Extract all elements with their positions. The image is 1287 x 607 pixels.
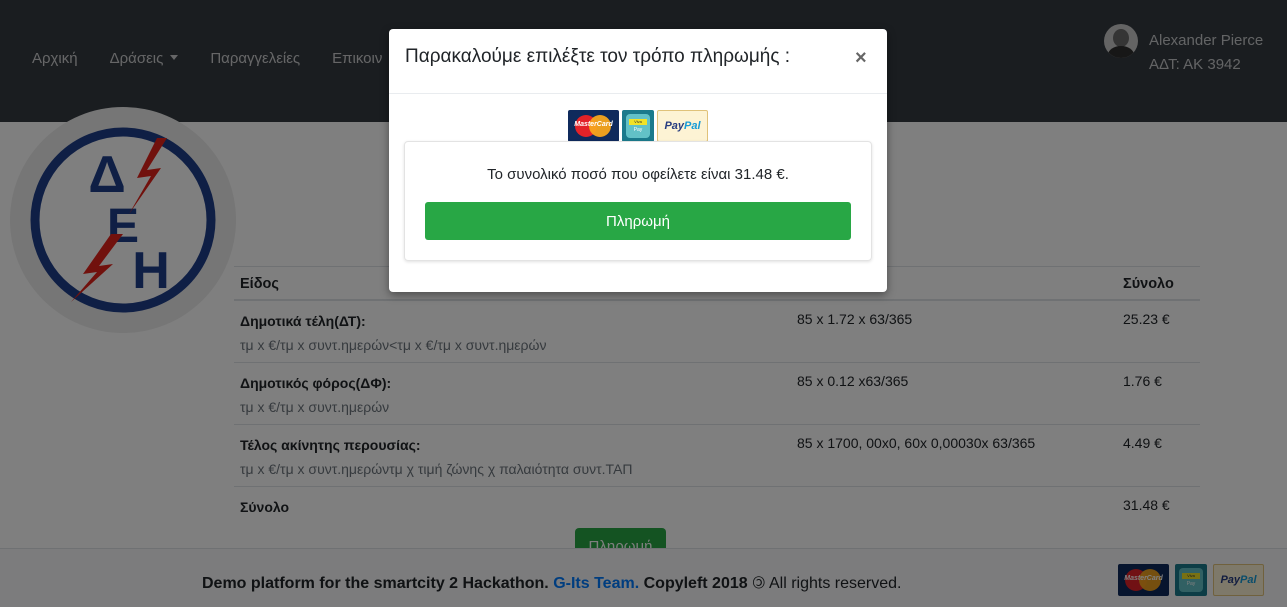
payment-summary-card: Το συνολικό ποσό που οφείλετε είναι 31.4… [404, 141, 872, 261]
modal-title: Παρακαλούμε επιλέξτε τον τρόπο πληρωμής … [405, 46, 791, 67]
modal-header: Παρακαλούμε επιλέξτε τον τρόπο πληρωμής … [389, 29, 887, 94]
payment-modal: Παρακαλούμε επιλέξτε τον τρόπο πληρωμής … [389, 29, 887, 292]
vivapay-icon[interactable]: Viva Pay [622, 110, 654, 142]
payment-method-logos: MasterCard Viva Pay PayPal [568, 110, 708, 142]
paypal-icon[interactable]: PayPal [657, 110, 708, 142]
amount-due-text: Το συνολικό ποσό που οφείλετε είναι 31.4… [487, 166, 789, 183]
close-icon[interactable]: × [855, 47, 867, 69]
mastercard-icon[interactable]: MasterCard [568, 110, 619, 142]
modal-pay-button[interactable]: Πληρωμή [425, 202, 851, 240]
